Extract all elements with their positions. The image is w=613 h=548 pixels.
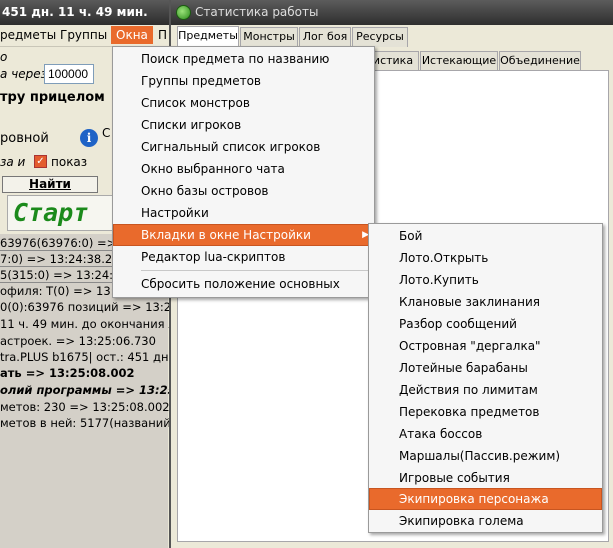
tab-items[interactable]: Предметы: [177, 26, 239, 47]
label-pricelom: тру прицелом: [0, 90, 105, 105]
label-za-i: за и: [0, 155, 26, 169]
threshold-input[interactable]: [44, 64, 94, 84]
submenu-item-boss-attack[interactable]: Атака боссов: [369, 423, 602, 445]
main-window-title: 451 дн. 11 ч. 49 мин.: [0, 0, 170, 25]
submenu-item-reforge-items[interactable]: Перековка предметов: [369, 401, 602, 423]
log-line: 0(0):63976 позиций => 13:24:56.55: [0, 300, 170, 314]
submenu-item-message-parsing[interactable]: Разбор сообщений: [369, 313, 602, 335]
submenu-item-lottery-drums[interactable]: Лотейные барабаны: [369, 357, 602, 379]
submenu-item-battle[interactable]: Бой: [369, 225, 602, 247]
menu-item-item-groups[interactable]: Группы предметов: [113, 70, 374, 92]
menu-item-islands-db[interactable]: Окно базы островов: [113, 180, 374, 202]
subtab-expiring[interactable]: Истекающие: [420, 51, 498, 71]
log-line: 7:0) => 13:24:38.262: [0, 252, 127, 266]
submenu-item-char-equipment[interactable]: Экипировка персонажа: [369, 488, 602, 510]
stats-window-title: Статистика работы: [195, 5, 319, 19]
menu-groups[interactable]: Группы: [60, 28, 107, 42]
submenu-item-clan-spells[interactable]: Клановые заклинания: [369, 291, 602, 313]
log-line: 11 ч. 49 мин. до окончания лице: [0, 317, 170, 331]
log-line: олий программы => 13:25:08.0: [0, 383, 170, 397]
submenu-item-limit-actions[interactable]: Действия по лимитам: [369, 379, 602, 401]
log-line: астроек. => 13:25:06.730: [0, 334, 156, 348]
info-icon[interactable]: i: [80, 129, 98, 147]
label-pokaz: показ: [51, 155, 88, 169]
log-line: ать => 13:25:08.002: [0, 366, 135, 380]
submenu-item-game-events[interactable]: Игровые события: [369, 467, 602, 489]
tab-monsters[interactable]: Монстры: [240, 27, 298, 47]
menu-item-player-lists[interactable]: Списки игроков: [113, 114, 374, 136]
menu-separator: [141, 270, 371, 271]
menu-item-settings-tabs-label: Вкладки в окне Настройки: [141, 228, 311, 242]
label-rovnoi: ровной: [0, 131, 49, 146]
menu-items[interactable]: редметы: [0, 28, 56, 42]
start-button[interactable]: Старт: [7, 195, 117, 231]
menu-item-reset-positions[interactable]: Сбросить положение основных: [113, 273, 374, 295]
menu-item-settings[interactable]: Настройки: [113, 202, 374, 224]
menu-item-lua-editor[interactable]: Редактор lua-скриптов: [113, 246, 374, 268]
windows-menu: Поиск предмета по названию Группы предме…: [112, 46, 375, 298]
submenu-item-lotto-open[interactable]: Лото.Открыть: [369, 247, 602, 269]
submenu-item-golem-equipment[interactable]: Экипировка голема: [369, 510, 602, 532]
show-checkbox[interactable]: ✓: [34, 155, 47, 168]
menu-item-settings-tabs[interactable]: Вкладки в окне Настройки ▶: [113, 224, 374, 246]
menu-item-find-item[interactable]: Поиск предмета по названию: [113, 48, 374, 70]
menu-item-monster-list[interactable]: Список монстров: [113, 92, 374, 114]
stats-window-titlebar[interactable]: Статистика работы: [171, 0, 613, 25]
tab-resources[interactable]: Ресурсы: [352, 27, 408, 47]
label-o: о: [0, 50, 8, 64]
settings-tabs-submenu: Бой Лото.Открыть Лото.Купить Клановые за…: [368, 223, 603, 533]
menu-item-signal-list[interactable]: Сигнальный список игроков: [113, 136, 374, 158]
menu-more[interactable]: П: [158, 28, 167, 42]
menu-windows[interactable]: Окна: [111, 26, 153, 44]
side-label-c: С: [102, 126, 111, 140]
find-item-button[interactable]: Найти предмет: [2, 176, 98, 206]
log-line: метов в ней: 5177(названий:8309: [0, 416, 170, 430]
label-cherez: а через: [0, 67, 48, 81]
submenu-item-island-jerker[interactable]: Островная "дергалка": [369, 335, 602, 357]
submenu-item-marshals[interactable]: Маршалы(Пассив.режим): [369, 445, 602, 467]
submenu-item-lotto-buy[interactable]: Лото.Купить: [369, 269, 602, 291]
menu-item-chat-window[interactable]: Окно выбранного чата: [113, 158, 374, 180]
main-menubar: редметы Группы Окна П: [0, 25, 170, 47]
subtab-merge[interactable]: Объединение: [499, 51, 581, 71]
submenu-item-char-equipment-label: Экипировка персонажа: [399, 492, 549, 506]
log-line: tra.PLUS b1675| ост.: 451 дн. 11 ч: [0, 350, 170, 364]
tab-battle-log[interactable]: Лог боя: [299, 27, 351, 47]
log-line: метов: 230 => 13:25:08.002: [0, 400, 170, 414]
app-icon: [176, 5, 191, 20]
